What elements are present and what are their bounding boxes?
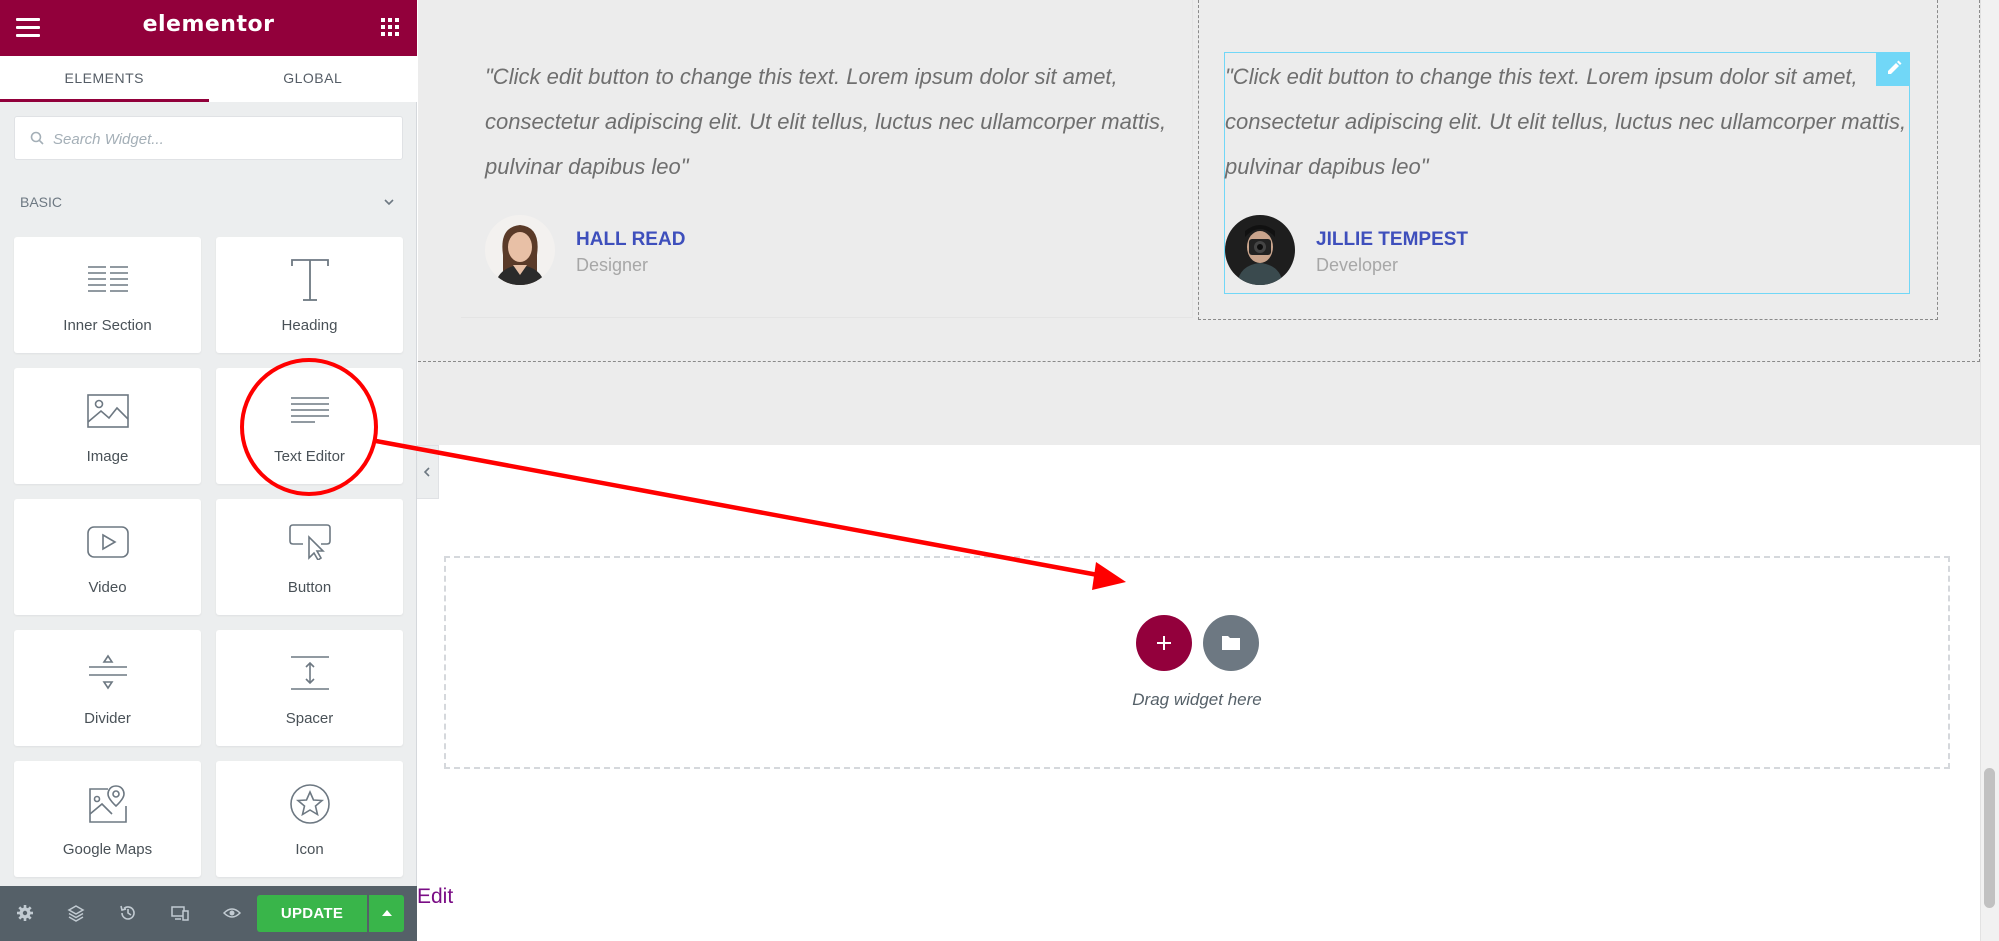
widget-label: Video bbox=[88, 579, 127, 596]
widget-image[interactable]: Image bbox=[14, 368, 201, 484]
testimonial-role: Designer bbox=[576, 255, 649, 275]
widget-label: Image bbox=[86, 448, 129, 465]
search-box bbox=[14, 116, 403, 160]
widget-button[interactable]: Button bbox=[216, 499, 403, 615]
category-label: BASIC bbox=[20, 194, 63, 210]
panel-collapse-toggle[interactable] bbox=[417, 445, 439, 499]
testimonial-quote[interactable]: "Click edit button to change this text. … bbox=[485, 54, 1185, 189]
add-new-section-button[interactable] bbox=[1136, 615, 1192, 671]
panel-header: elementor bbox=[0, 0, 417, 56]
save-options-caret-icon[interactable] bbox=[369, 895, 404, 932]
heading-icon bbox=[290, 259, 329, 301]
widget-divider[interactable]: Divider bbox=[14, 630, 201, 746]
widget-inner-section[interactable]: Inner Section bbox=[14, 237, 201, 353]
responsive-mode-icon[interactable] bbox=[171, 904, 189, 922]
avatar-photo bbox=[1225, 215, 1295, 285]
history-icon[interactable] bbox=[119, 904, 137, 922]
tab-global[interactable]: GLOBAL bbox=[209, 56, 418, 102]
button-icon bbox=[288, 524, 331, 560]
widget-label: Google Maps bbox=[62, 841, 153, 858]
spacer-icon bbox=[290, 656, 329, 690]
testimonial-name: JILLIE TEMPEST bbox=[1316, 229, 1469, 250]
preview-eye-icon[interactable] bbox=[223, 904, 241, 922]
search-icon bbox=[30, 131, 44, 145]
widget-label: Heading bbox=[281, 317, 338, 334]
divider-icon bbox=[88, 654, 127, 690]
star-icon bbox=[289, 784, 330, 824]
add-template-button[interactable] bbox=[1203, 615, 1259, 671]
widget-label: Spacer bbox=[285, 710, 334, 727]
scrollbar-thumb[interactable] bbox=[1984, 768, 1995, 908]
image-icon bbox=[86, 394, 129, 428]
widget-label: Icon bbox=[295, 841, 324, 858]
text-editor-icon bbox=[290, 397, 329, 423]
testimonial-name: HALL READ bbox=[576, 229, 686, 250]
chevron-left-icon bbox=[423, 467, 430, 477]
testimonial-quote[interactable]: "Click edit button to change this text. … bbox=[1225, 54, 1915, 189]
widget-label: Divider bbox=[84, 710, 131, 727]
update-button[interactable]: UPDATE bbox=[257, 895, 367, 932]
tab-elements[interactable]: ELEMENTS bbox=[0, 56, 209, 102]
folder-icon bbox=[1222, 636, 1240, 650]
avatar bbox=[485, 215, 555, 285]
add-section-dropzone[interactable] bbox=[444, 556, 1950, 769]
elementor-logo: elementor bbox=[142, 12, 275, 37]
widget-heading[interactable]: Heading bbox=[216, 237, 403, 353]
drag-widget-hint: Drag widget here bbox=[1132, 690, 1262, 709]
widget-text-editor[interactable]: Text Editor bbox=[216, 368, 403, 484]
navigator-layers-icon[interactable] bbox=[67, 904, 85, 922]
search-widget-input[interactable] bbox=[53, 127, 393, 151]
widget-label: Text Editor bbox=[274, 448, 345, 465]
avatar-photo bbox=[485, 215, 555, 285]
chevron-down-icon bbox=[384, 199, 394, 206]
elementor-panel: elementor ELEMENTS GLOBAL BASIC Inner Se… bbox=[0, 0, 417, 941]
panel-tabs: ELEMENTS GLOBAL bbox=[0, 56, 417, 102]
widget-label: Button bbox=[287, 579, 332, 596]
widget-label: Inner Section bbox=[63, 317, 152, 334]
widget-grid: Inner Section Heading Image Text Editor … bbox=[14, 237, 403, 877]
testimonial-role: Developer bbox=[1316, 255, 1399, 275]
widget-google-maps[interactable]: Google Maps bbox=[14, 761, 201, 877]
inner-section-icon bbox=[87, 266, 128, 292]
video-icon bbox=[86, 526, 129, 558]
google-maps-icon bbox=[88, 785, 127, 823]
widget-icon[interactable]: Icon bbox=[216, 761, 403, 877]
widget-video[interactable]: Video bbox=[14, 499, 201, 615]
pencil-icon bbox=[1888, 60, 1902, 74]
annotation-arrow-line bbox=[375, 438, 1099, 578]
widget-spacer[interactable]: Spacer bbox=[216, 630, 403, 746]
widgets-grid-icon[interactable] bbox=[381, 18, 399, 36]
category-basic-header[interactable]: BASIC bbox=[20, 194, 395, 214]
avatar bbox=[1225, 215, 1295, 285]
edit-link[interactable]: Edit bbox=[417, 885, 453, 909]
settings-gear-icon[interactable] bbox=[16, 904, 34, 922]
edit-widget-handle[interactable] bbox=[1876, 52, 1910, 86]
